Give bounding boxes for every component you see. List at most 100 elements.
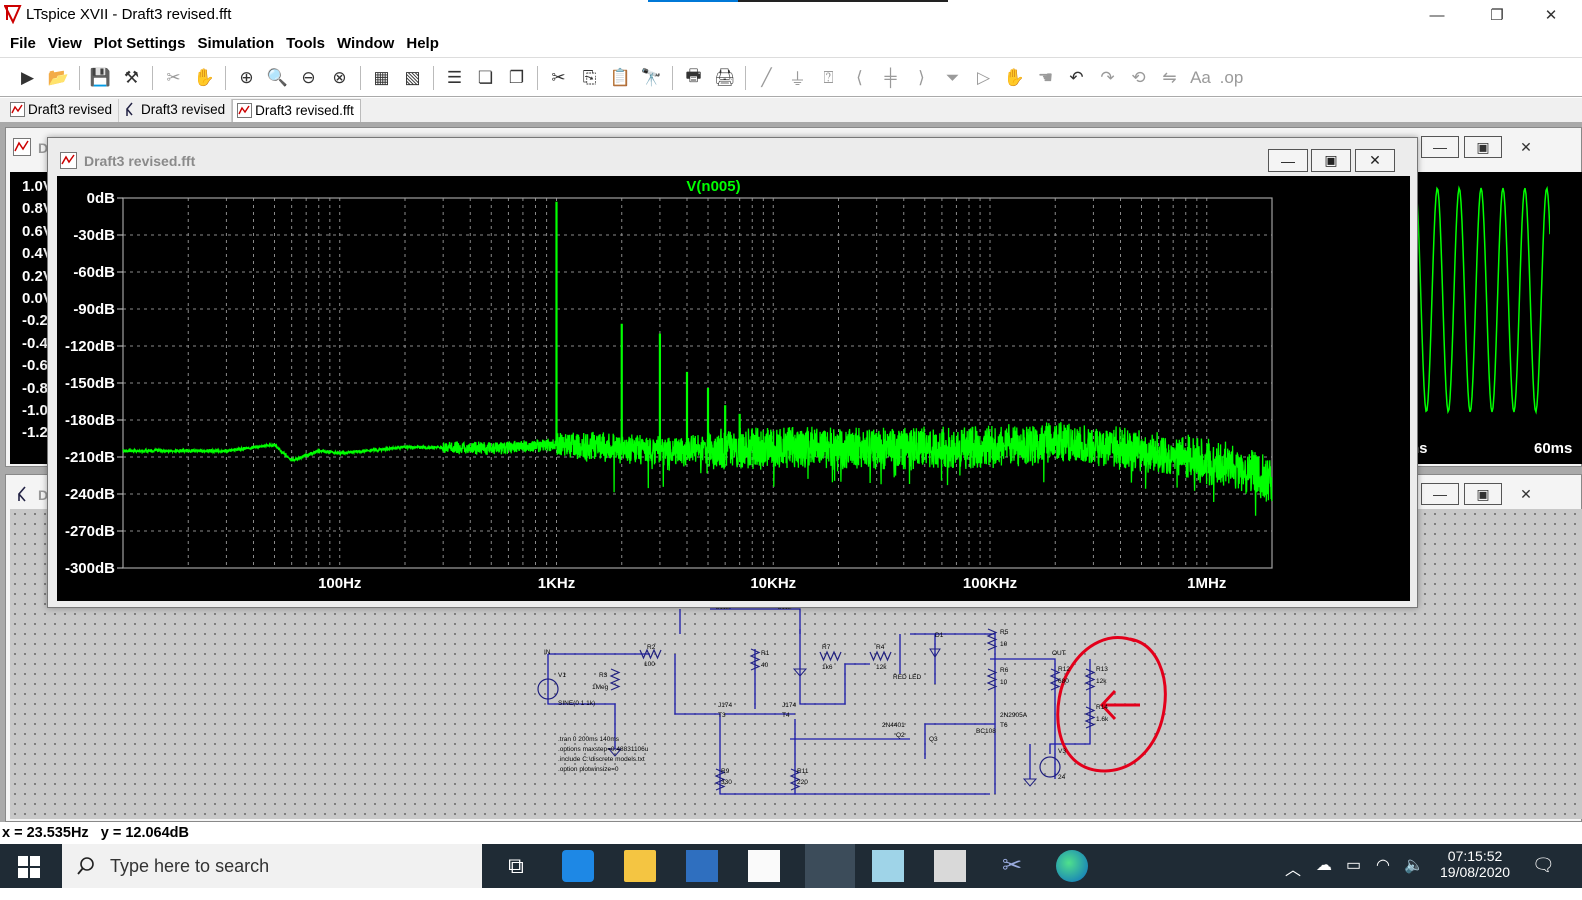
save-icon[interactable]: 💾 [87, 64, 114, 91]
text-icon[interactable]: Aa [1187, 64, 1214, 91]
bank-app-icon[interactable] [686, 850, 718, 882]
task-view-icon[interactable]: ⧉ [500, 850, 532, 882]
y-tick-label: -120dB [65, 338, 115, 355]
pan-icon[interactable]: ✋ [191, 64, 218, 91]
schematic-label: R3 [599, 672, 608, 679]
clock[interactable]: 07:15:52 19/08/2020 [1440, 848, 1510, 892]
ground-icon[interactable]: ⏚ [784, 64, 811, 91]
ltspice-taskbar-icon[interactable] [805, 844, 855, 888]
print-icon[interactable]: 🖶 [680, 64, 707, 91]
mirror-icon[interactable]: ⇋ [1156, 64, 1183, 91]
menu-window[interactable]: Window [331, 30, 400, 58]
schematic-label: 10 [1000, 679, 1008, 686]
tab-waveform[interactable]: Draft3 revised [6, 99, 120, 122]
taskbar: Type here to search ⧉ ✂ ︿ ☁ ▭ ◠ 🔈 07:15:… [0, 844, 1582, 888]
zoom-area-icon[interactable]: 🔍 [264, 64, 291, 91]
paste-icon[interactable]: 📋 [607, 64, 634, 91]
spice-directive-icon[interactable]: .op [1218, 64, 1245, 91]
window-title: LTspice XVII - Draft3 revised.fft [26, 6, 232, 23]
minimize-button[interactable]: — [1414, 0, 1460, 30]
trace-title[interactable]: V(n005) [686, 178, 740, 195]
zoom-fit-icon[interactable]: ⊗ [326, 64, 353, 91]
menu-file[interactable]: File [4, 30, 42, 58]
minimize-button[interactable]: — [1421, 136, 1459, 158]
tab-schematic[interactable]: Draft3 revised [119, 99, 233, 122]
close-button[interactable]: ✕ [1507, 483, 1545, 505]
notifications-icon[interactable]: 🗨 [1532, 855, 1555, 899]
tile-vertical-icon[interactable]: ❏ [472, 64, 499, 91]
schematic-label: 24 [1058, 774, 1066, 781]
y-tick-label: 0dB [87, 190, 116, 207]
find-icon[interactable]: 🔭 [638, 64, 665, 91]
x-tick-label: 100KHz [963, 575, 1017, 592]
windows-start-icon[interactable] [18, 856, 40, 878]
taskbar-search-box[interactable]: Type here to search [62, 844, 482, 888]
y-tick-label: -90dB [73, 301, 115, 318]
capacitor-icon[interactable]: ╪ [877, 64, 904, 91]
redo-icon[interactable]: ↷ [1094, 64, 1121, 91]
file-explorer-icon[interactable] [624, 850, 656, 882]
tray-chevron-icon[interactable]: ︿ [1285, 856, 1301, 900]
close-button[interactable]: ✕ [1528, 0, 1574, 30]
cascade-icon[interactable]: ❐ [503, 64, 530, 91]
minimize-button[interactable]: — [1421, 483, 1459, 505]
schematic-label: 40 [761, 662, 769, 669]
schematic-label: 1k6 [822, 664, 833, 671]
maximize-button[interactable]: ▣ [1464, 483, 1502, 505]
fft-close-button[interactable]: ✕ [1355, 149, 1395, 172]
maximize-button[interactable]: ▣ [1464, 136, 1502, 158]
sync-app-icon[interactable] [562, 850, 594, 882]
sine-trace [1410, 185, 1550, 415]
print-setup-icon[interactable]: 🖨 [711, 64, 738, 91]
move-icon[interactable]: ✋ [1001, 64, 1028, 91]
calculator-icon[interactable] [934, 850, 966, 882]
cut-icon[interactable]: ✂ [545, 64, 572, 91]
wifi-icon[interactable]: ◠ [1376, 855, 1390, 899]
menu-simulation[interactable]: Simulation [191, 30, 280, 58]
autorange-icon[interactable]: ▦ [368, 64, 395, 91]
zoom-out-icon[interactable]: ⊖ [295, 64, 322, 91]
schematic-label: 12k [1096, 678, 1107, 685]
diode-icon[interactable]: ⏷ [939, 64, 966, 91]
x-tick-label: 10KHz [750, 575, 796, 592]
open-icon[interactable]: 📂 [45, 64, 72, 91]
clock-time: 07:15:52 [1447, 848, 1503, 864]
delete-trace-icon[interactable]: ▧ [399, 64, 426, 91]
schematic-label: SINE(0 1 1k) [558, 700, 595, 707]
battery-icon[interactable]: ▭ [1346, 855, 1361, 899]
document-app-icon[interactable] [748, 850, 780, 882]
tile-horizontal-icon[interactable]: ☰ [441, 64, 468, 91]
menu-help[interactable]: Help [400, 30, 445, 58]
halt-icon[interactable]: ✂ [160, 64, 187, 91]
wire-icon[interactable]: ╱ [753, 64, 780, 91]
fft-maximize-button[interactable]: ▣ [1311, 149, 1351, 172]
menu-tools[interactable]: Tools [280, 30, 331, 58]
snipping-tool-icon[interactable]: ✂ [996, 850, 1028, 882]
drag-icon[interactable]: ☚ [1032, 64, 1059, 91]
fft-minimize-button[interactable]: — [1268, 149, 1308, 172]
undo-icon[interactable]: ↶ [1063, 64, 1090, 91]
notes-app-icon[interactable] [872, 850, 904, 882]
menu-plot-settings[interactable]: Plot Settings [88, 30, 192, 58]
label-icon[interactable]: ⍰ [815, 64, 842, 91]
inductor-icon[interactable]: ⟩ [908, 64, 935, 91]
restore-button[interactable]: ❐ [1474, 0, 1520, 30]
rotate-icon[interactable]: ⟲ [1125, 64, 1152, 91]
onedrive-icon[interactable]: ☁ [1316, 855, 1332, 899]
copy-icon[interactable]: ⎘ [576, 64, 603, 91]
resistor-icon[interactable]: ⟨ [846, 64, 873, 91]
control-panel-icon[interactable]: ⚒ [118, 64, 145, 91]
menu-view[interactable]: View [42, 30, 88, 58]
tab-fft[interactable]: Draft3 revised.fft [232, 99, 361, 122]
fft-window[interactable]: Draft3 revised.fft V(n005) 0dB -30dB -60dB -… [47, 137, 1418, 608]
schematic-label: .options maxstep=0.48831106u [558, 746, 649, 753]
volume-icon[interactable]: 🔈 [1404, 855, 1424, 899]
run-icon[interactable]: ▶ [14, 64, 41, 91]
schematic-label: .option plotwinsize=0 [558, 766, 619, 773]
edge-browser-icon[interactable] [1056, 850, 1088, 882]
fft-plot[interactable]: V(n005) 0dB -30dB -60dB -90dB -120dB -150dB -18… [57, 176, 1410, 601]
component-icon[interactable]: ▷ [970, 64, 997, 91]
close-button[interactable]: ✕ [1507, 136, 1545, 158]
document-tabs: Draft3 revised Draft3 revised Draft3 rev… [0, 98, 1582, 122]
zoom-in-icon[interactable]: ⊕ [233, 64, 260, 91]
